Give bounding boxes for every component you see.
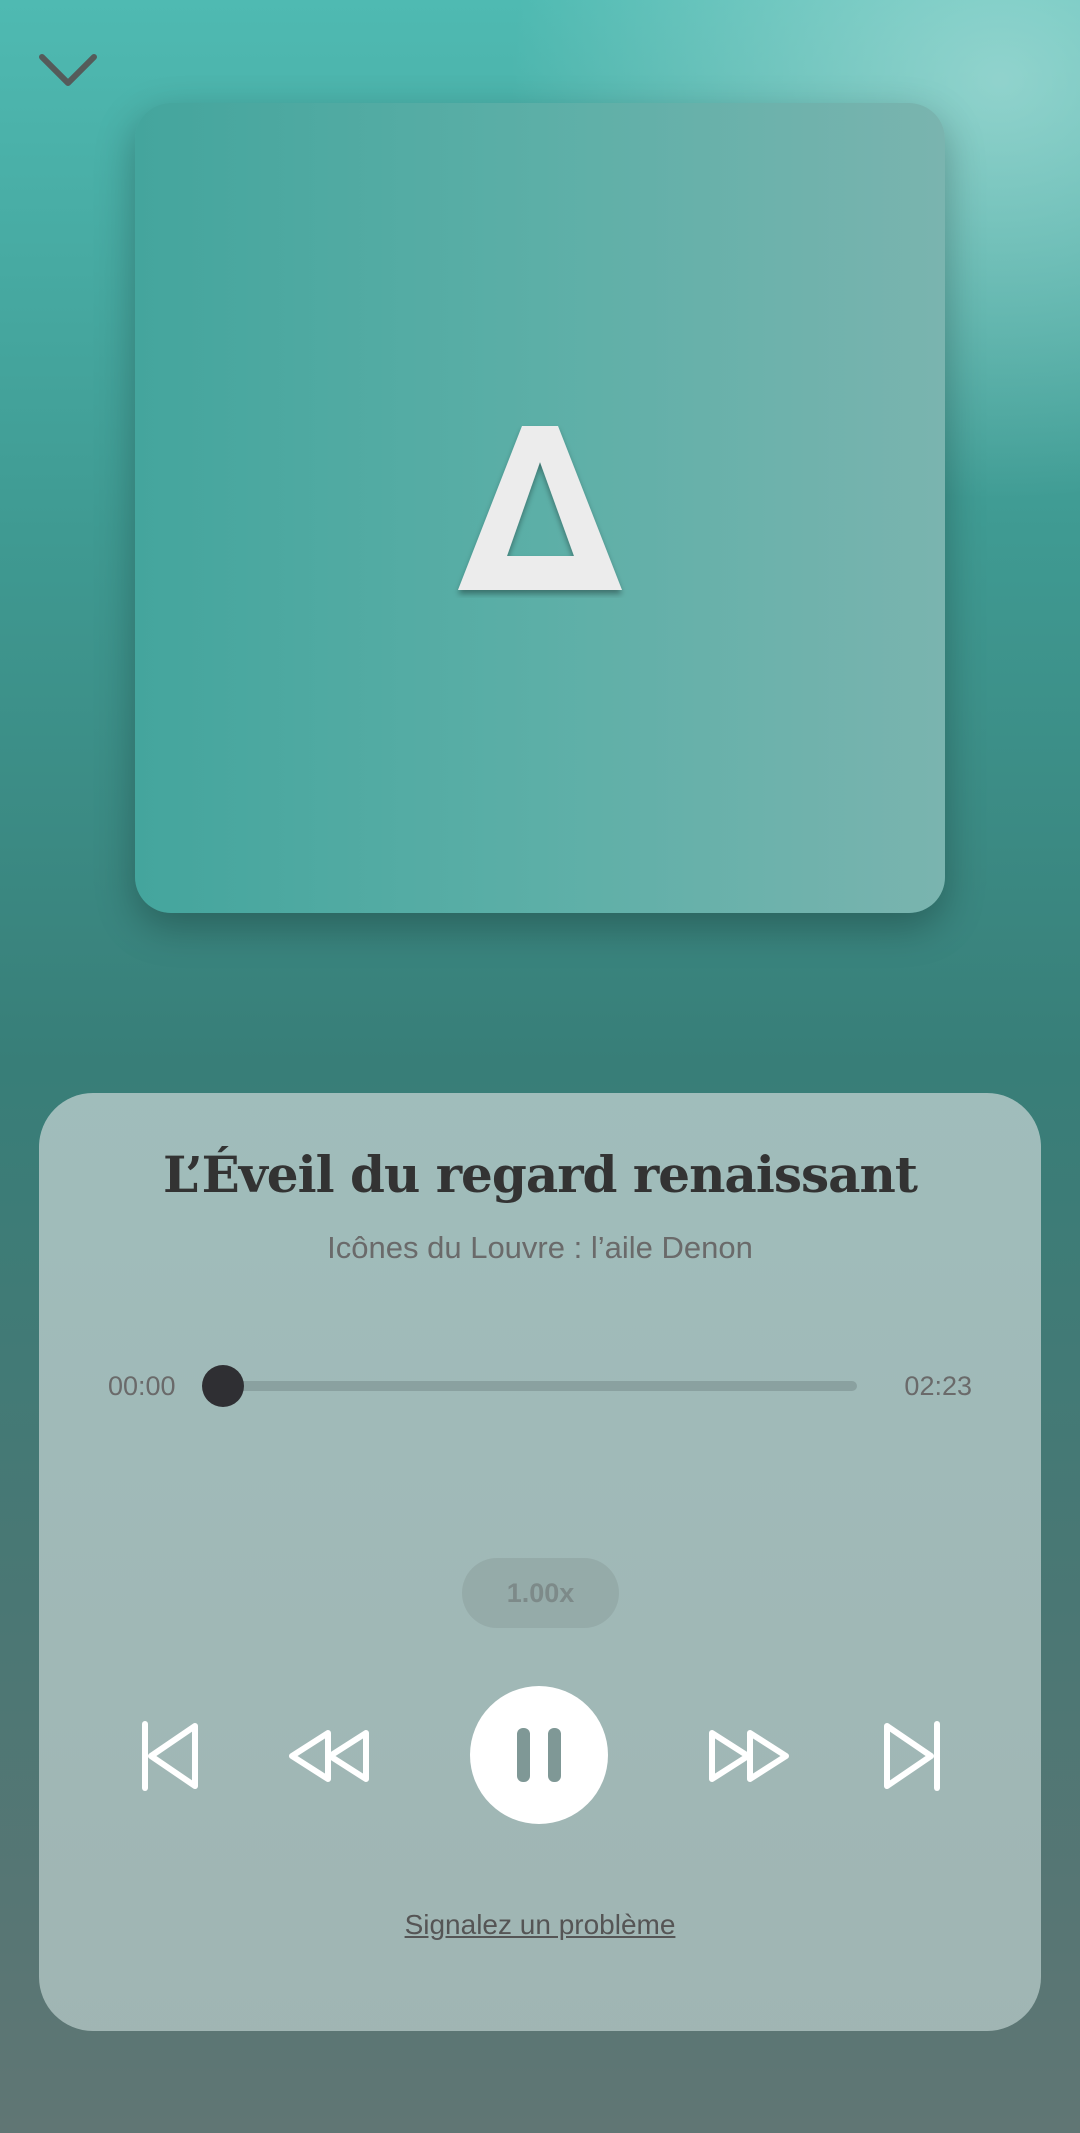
track-title: L’Éveil du regard renaissant	[163, 1145, 918, 1204]
album-artwork	[135, 103, 945, 913]
skip-previous-button[interactable]	[127, 1711, 217, 1801]
skip-previous-icon	[142, 1721, 198, 1791]
elapsed-time: 00:00	[108, 1371, 176, 1401]
track-subtitle: Icônes du Louvre : l’aile Denon	[327, 1230, 753, 1265]
report-problem-link[interactable]: Signalez un problème	[39, 1909, 1041, 1941]
delta-triangle-icon	[458, 426, 622, 590]
fast-forward-icon	[709, 1730, 789, 1782]
skip-next-icon	[884, 1721, 940, 1791]
fast-forward-button[interactable]	[704, 1716, 794, 1796]
playback-speed-button[interactable]: 1.00x	[462, 1558, 619, 1628]
pause-button[interactable]	[470, 1686, 608, 1824]
rewind-icon	[289, 1730, 369, 1782]
skip-next-button[interactable]	[865, 1711, 955, 1801]
progress-track[interactable]	[223, 1381, 857, 1391]
total-time: 02:23	[904, 1371, 972, 1401]
chevron-down-icon	[39, 54, 97, 86]
collapse-button[interactable]	[28, 36, 108, 106]
player-panel: L’Éveil du regard renaissant Icônes du L…	[39, 1093, 1041, 2031]
pause-icon	[508, 1728, 570, 1782]
progress-thumb[interactable]	[202, 1365, 244, 1407]
rewind-button[interactable]	[284, 1716, 374, 1796]
